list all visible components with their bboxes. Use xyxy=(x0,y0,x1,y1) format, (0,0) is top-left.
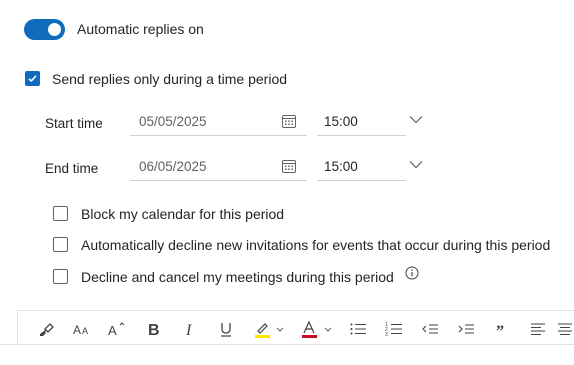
start-time-field[interactable]: 15:00 xyxy=(317,108,406,136)
bullets-icon[interactable] xyxy=(347,312,369,346)
svg-text:I: I xyxy=(185,322,192,338)
automatic-replies-toggle[interactable] xyxy=(24,19,65,40)
decrease-indent-icon[interactable] xyxy=(419,312,441,346)
grow-font-icon[interactable]: A xyxy=(106,312,128,346)
start-time-label: Start time xyxy=(45,116,103,131)
format-painter-icon[interactable] xyxy=(36,312,58,346)
calendar-icon[interactable] xyxy=(281,113,297,129)
end-date-value: 06/05/2025 xyxy=(139,159,207,174)
svg-text:A: A xyxy=(73,323,81,337)
highlight-icon[interactable] xyxy=(251,312,287,346)
start-time-chevron-down-icon[interactable] xyxy=(409,115,423,124)
end-time-field[interactable]: 15:00 xyxy=(317,153,406,181)
toolbar-divider xyxy=(0,344,574,345)
svg-text:B: B xyxy=(148,322,160,338)
end-time-value: 15:00 xyxy=(324,159,358,174)
decline-invitations-label: Automatically decline new invitations fo… xyxy=(81,237,551,253)
checkmark-icon xyxy=(28,75,37,83)
bold-icon[interactable]: B xyxy=(143,312,165,346)
align-left-icon[interactable] xyxy=(527,312,549,346)
end-time-label: End time xyxy=(45,161,99,176)
svg-text:A: A xyxy=(82,326,88,336)
start-date-value: 05/05/2025 xyxy=(139,114,207,129)
block-calendar-label: Block my calendar for this period xyxy=(81,206,285,222)
decline-cancel-meetings-checkbox[interactable] xyxy=(53,269,68,284)
end-time-chevron-down-icon[interactable] xyxy=(409,160,423,169)
info-icon[interactable] xyxy=(405,266,419,280)
automatic-replies-label: Automatic replies on xyxy=(77,21,204,37)
toggle-knob xyxy=(48,23,61,36)
numbering-icon[interactable]: 123 xyxy=(383,312,405,346)
decline-cancel-meetings-label: Decline and cancel my meetings during th… xyxy=(81,269,394,285)
decline-invitations-checkbox[interactable] xyxy=(53,237,68,252)
italic-icon[interactable]: I xyxy=(179,312,201,346)
svg-text:”: ” xyxy=(496,323,504,336)
start-date-field[interactable]: 05/05/2025 xyxy=(130,108,307,136)
calendar-icon[interactable] xyxy=(281,158,297,174)
time-period-label: Send replies only during a time period xyxy=(52,71,288,87)
time-period-checkbox[interactable] xyxy=(25,71,40,86)
svg-text:3: 3 xyxy=(385,332,388,337)
font-size-icon[interactable]: AA xyxy=(71,312,93,346)
svg-text:A: A xyxy=(108,323,117,338)
increase-indent-icon[interactable] xyxy=(455,312,477,346)
align-center-icon[interactable] xyxy=(556,312,574,346)
quote-icon[interactable]: ” xyxy=(491,312,513,346)
font-color-icon[interactable] xyxy=(299,312,335,346)
underline-icon[interactable] xyxy=(215,312,237,346)
block-calendar-checkbox[interactable] xyxy=(53,206,68,221)
end-date-field[interactable]: 06/05/2025 xyxy=(130,153,307,181)
start-time-value: 15:00 xyxy=(324,114,358,129)
